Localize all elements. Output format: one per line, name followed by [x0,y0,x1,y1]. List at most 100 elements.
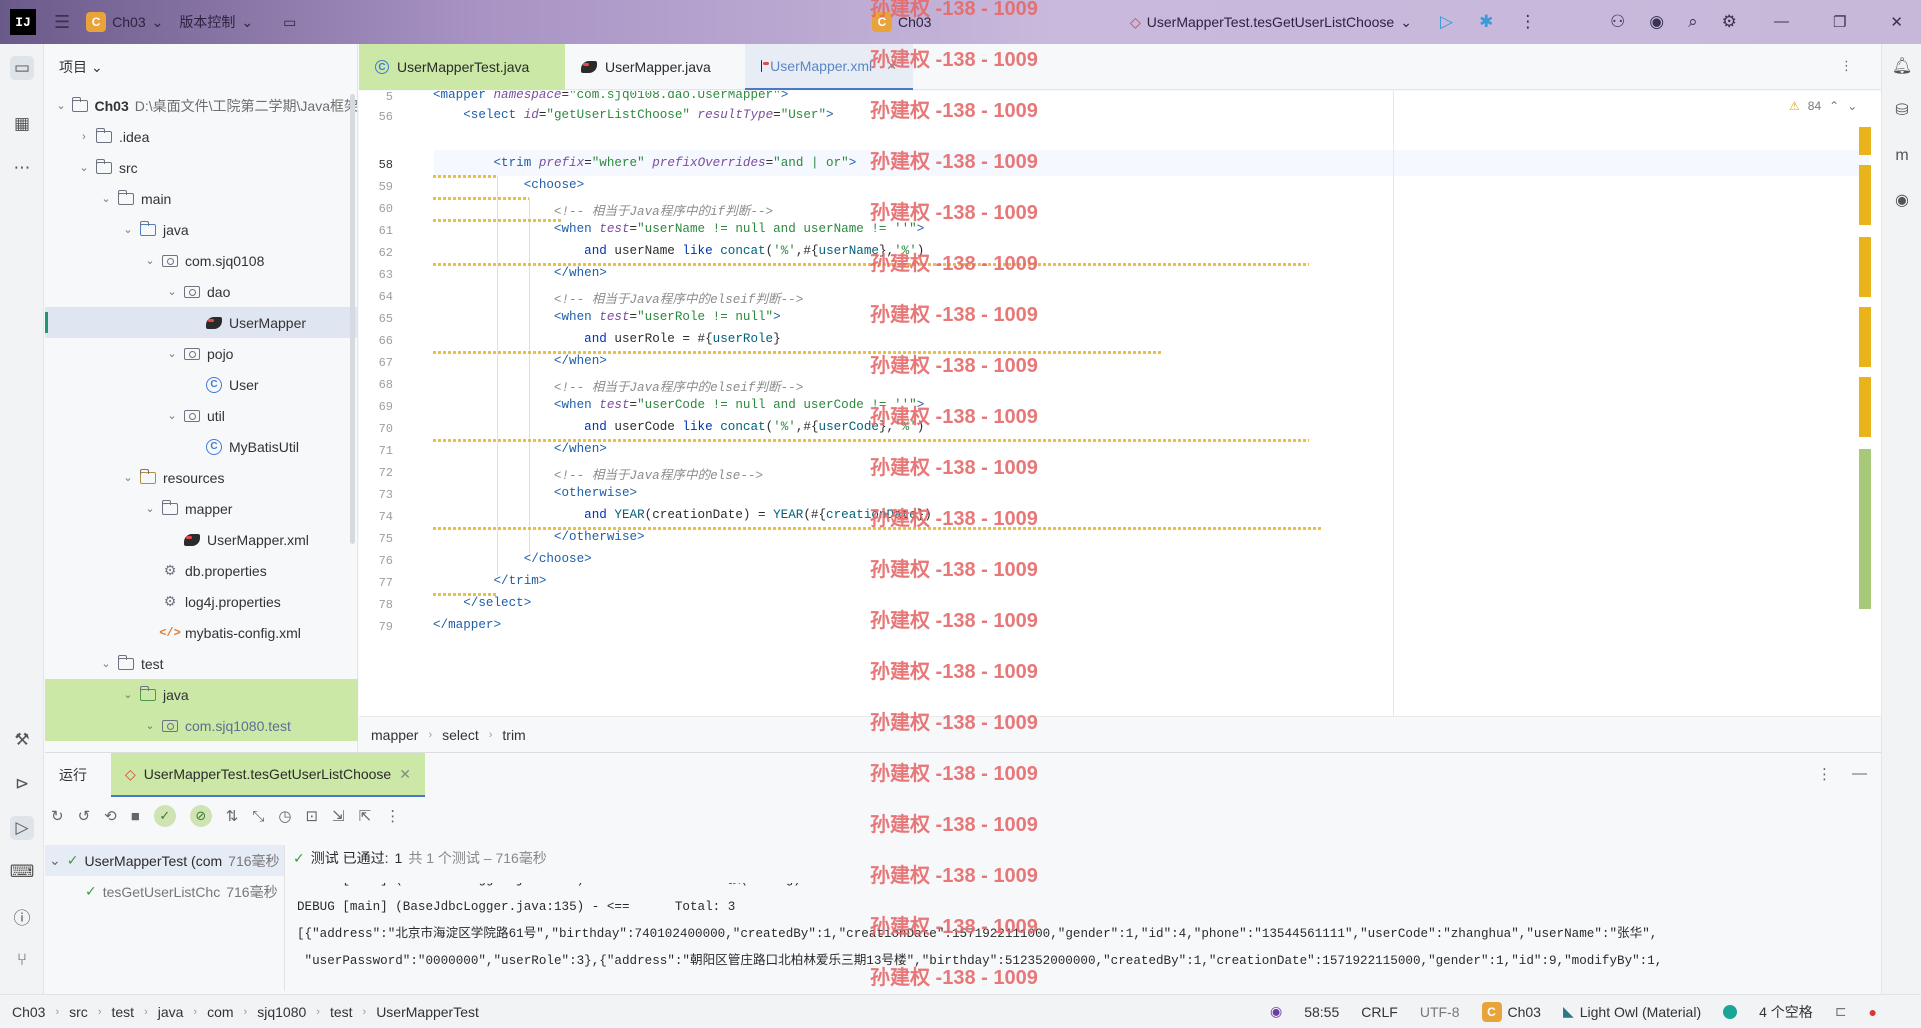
search-icon[interactable]: ⌕ [1688,12,1698,32]
console-output[interactable]: DEBUG [main] (BaseJdbcLogger.java:135) -… [297,883,1877,993]
status-crumb[interactable]: com [207,1004,233,1020]
tree-item-user[interactable]: C User [45,369,358,400]
caret-position[interactable]: 58:55 [1304,1004,1339,1020]
tab-usermapper-java[interactable]: UserMapper.java [565,44,745,90]
test-method-row[interactable]: ✓ tesGetUserListChc 716毫秒 [45,876,284,907]
breadcrumb-select[interactable]: select [442,727,479,743]
tree-item-usermapper-xml[interactable]: UserMapper.xml [45,524,358,555]
test-class-row[interactable]: ⌄ ✓ UserMapperTest (com 716毫秒 [45,845,284,876]
export-icon[interactable]: ⇲ [332,807,345,825]
chevron-down-icon[interactable]: ⌄ [143,502,157,515]
tree-item--idea[interactable]: › .idea [45,121,358,152]
run-tool-icon[interactable]: ▷ [10,816,34,840]
chevron-down-icon[interactable]: ⌄ [143,254,157,267]
tab-close-icon[interactable]: ✕ [886,58,897,74]
tree-item-test[interactable]: ⌄ test [45,648,358,679]
chevron-down-icon[interactable]: ⌄ [99,192,113,205]
readonly-lock-icon[interactable]: ⊏ [1835,1003,1847,1020]
tree-item-util[interactable]: ⌄ util [45,400,358,431]
code-editor[interactable]: 5 56 58 59 60 61 62 63 64 65 66 67 68 69 70 71 72 73 74 75 7… [359,91,1881,716]
rerun-failed-icon[interactable]: ↺ [78,807,91,825]
status-crumb[interactable]: test [111,1004,134,1020]
add-user-icon[interactable]: ⚇ [1610,12,1625,32]
intellij-logo-icon[interactable]: IJ [10,9,36,35]
tree-item-java[interactable]: ⌄ java [45,679,358,710]
tab-usermapper-xml[interactable]: UserMapper.xml ✕ [745,44,913,90]
inspection-widget[interactable]: ⚠ 84 ⌃ ⌄ [1789,99,1857,113]
project-panel-header[interactable]: 项目 ⌄ [45,44,357,90]
chevron-down-icon[interactable]: ⌄ [54,99,67,112]
close-icon[interactable]: ✕ [399,766,411,783]
screenshot-icon[interactable]: ⊡ [305,807,318,825]
chevron-down-icon[interactable]: ⌄ [165,347,179,360]
collapse-icon[interactable]: ⤡ [252,808,264,825]
sort-icon[interactable]: ⇅ [226,807,239,825]
services-tool-icon[interactable]: ⊳ [10,772,34,796]
tree-item-resources[interactable]: ⌄ resources [45,462,358,493]
history-icon[interactable]: ◷ [278,807,291,825]
settings-gear-icon[interactable]: ⚙ [1722,12,1737,32]
tree-item-com-sjq0108[interactable]: ⌄ com.sjq0108 [45,245,358,276]
chevron-down-icon[interactable]: ⌄ [77,161,91,174]
tree-item-pojo[interactable]: ⌄ pojo [45,338,358,369]
run-config-selector[interactable]: ◇ UserMapperTest.tesGetUserListChoose ⌄ [1130,14,1412,31]
structure-tool-icon[interactable]: ▦ [10,112,34,136]
more-vertical-icon[interactable]: ⋮ [1817,765,1832,783]
rerun-icon[interactable]: ↻ [51,807,64,825]
tree-scrollbar[interactable] [350,94,355,544]
problems-tool-icon[interactable]: ⓘ [10,904,34,928]
toggle-auto-test-icon[interactable]: ⟲ [104,807,117,825]
chevron-down-icon[interactable]: ⌄ [165,285,179,298]
status-dot-icon[interactable] [1723,1004,1738,1019]
run-icon[interactable]: ▷ [1440,12,1453,32]
breadcrumb-mapper[interactable]: mapper [371,727,418,743]
show-passed-icon[interactable]: ✓ [153,805,176,827]
chevron-down-icon[interactable]: ⌄ [121,471,135,484]
stop-icon[interactable]: ■ [131,808,140,825]
project-switcher[interactable]: C Ch03 ⌄ [86,12,163,32]
ai-status-icon[interactable]: ◉ [1270,1003,1282,1020]
database-tool-icon[interactable]: ⛁ [1890,98,1914,122]
vcs-menu[interactable]: 版本控制 ⌄ [179,12,253,32]
notifications-bell-icon[interactable]: 🔔︎ [1890,54,1914,78]
minimize-icon[interactable]: — [1774,13,1789,31]
status-crumb[interactable]: java [158,1004,184,1020]
import-icon[interactable]: ⇱ [359,807,372,825]
git-tool-icon[interactable]: ⑂ [10,948,34,972]
maven-tool-icon[interactable]: m [1890,144,1914,168]
chevron-right-icon[interactable]: › [77,131,91,143]
breadcrumb-trim[interactable]: trim [502,727,525,743]
tree-item-mybatis-config-xml[interactable]: </> mybatis-config.xml [45,617,358,648]
tree-item-ch03[interactable]: ⌄ Ch03 D:\桌面文件\工院第二学期\Java框架 [45,90,358,121]
terminal-tool-icon[interactable]: ⌨ [10,860,35,884]
center-project-switcher[interactable]: C Ch03 [872,12,931,32]
chevron-down-icon[interactable]: ⌄ [143,719,157,732]
build-tool-icon[interactable]: ⚒ [10,728,34,752]
chevron-down-icon[interactable]: ⌄ [121,223,135,236]
more-tools-icon[interactable]: ⋯ [10,156,34,180]
status-crumb[interactable]: Ch03 [12,1004,45,1020]
theme-indicator[interactable]: ◣ Light Owl (Material) [1563,1003,1701,1020]
status-crumb[interactable]: src [69,1004,88,1020]
status-crumb[interactable]: test [330,1004,353,1020]
indent-setting[interactable]: 4 个空格 [1759,1002,1813,1022]
tree-item-main[interactable]: ⌄ main [45,183,358,214]
status-crumb[interactable]: sjq1080 [257,1004,306,1020]
chevron-down-icon[interactable]: ⌄ [99,657,113,670]
run-tab[interactable]: ◇ UserMapperTest.tesGetUserListChoose ✕ [111,753,425,797]
tree-item-db-properties[interactable]: ⚙ db.properties [45,555,358,586]
file-encoding[interactable]: UTF-8 [1420,1004,1460,1020]
show-ignored-icon[interactable]: ⊘ [189,805,212,827]
close-icon[interactable]: ✕ [1890,13,1903,31]
tree-item-com-sjq1080-test[interactable]: ⌄ com.sjq1080.test [45,710,358,741]
tree-item-log4j-properties[interactable]: ⚙ log4j.properties [45,586,358,617]
tree-item-mapper[interactable]: ⌄ mapper [45,493,358,524]
restore-icon[interactable]: ❐ [1833,13,1846,31]
ai-assistant-icon[interactable]: ◉ [1649,12,1664,32]
main-menu-icon[interactable]: ☰ [54,12,70,33]
error-stripe[interactable] [1859,127,1871,667]
tree-item-usermapper[interactable]: UserMapper [45,307,358,338]
more-vertical-icon[interactable]: ⋮ [1519,12,1536,32]
chevron-down-icon[interactable]: ⌄ [121,688,135,701]
debug-icon[interactable]: ✱ [1479,12,1493,32]
